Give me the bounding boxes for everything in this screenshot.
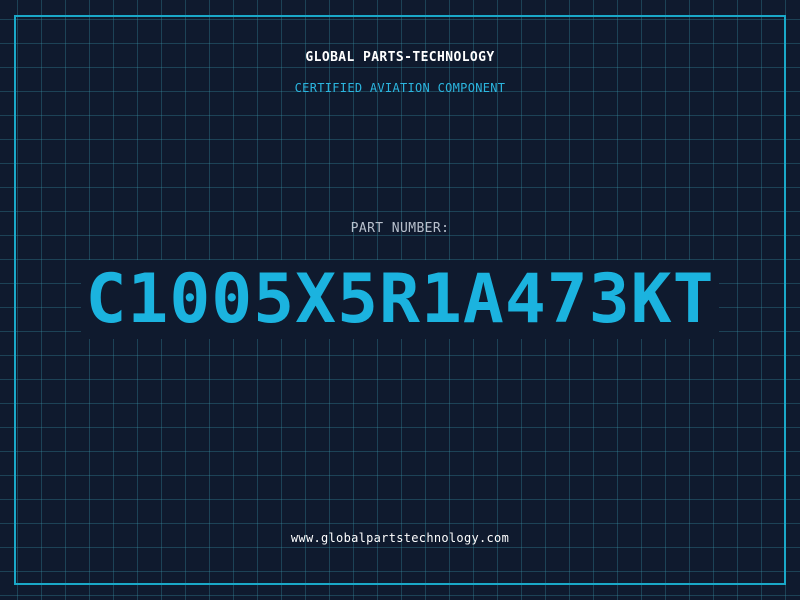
website-url: www.globalpartstechnology.com: [290, 531, 510, 545]
company-name: GLOBAL PARTS-TECHNOLOGY: [305, 50, 495, 65]
part-number-text: C1005X5R1A473KT: [81, 260, 719, 339]
part-number-value: C1005X5R1A473KT: [0, 260, 800, 340]
part-number-label: PART NUMBER:: [350, 221, 450, 236]
certificate-canvas: GLOBAL PARTS-TECHNOLOGY CERTIFIED AVIATI…: [0, 0, 800, 600]
certification-tagline: CERTIFIED AVIATION COMPONENT: [294, 81, 506, 95]
